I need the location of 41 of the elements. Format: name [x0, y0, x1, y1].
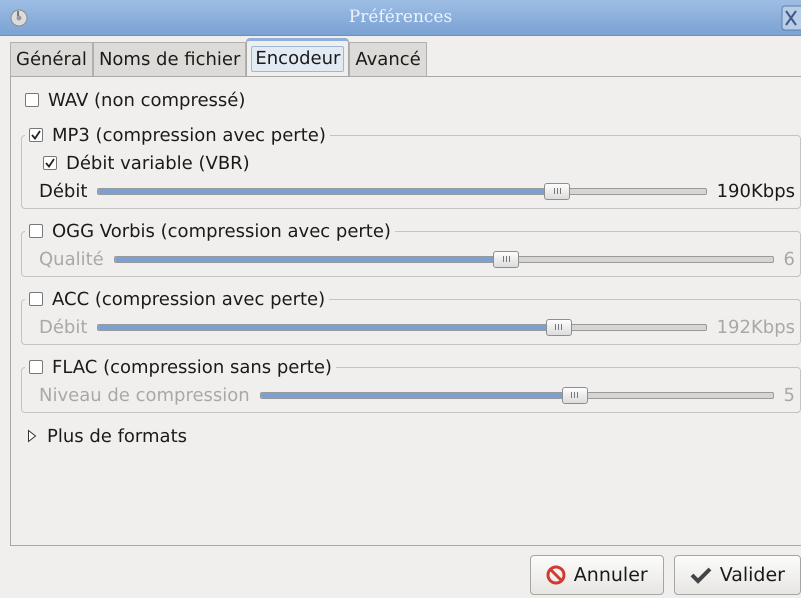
slider-value: 192Kbps: [716, 316, 795, 340]
checkbox[interactable]: [29, 128, 43, 142]
checkbox[interactable]: [29, 292, 43, 306]
checkbox[interactable]: [29, 360, 43, 374]
window-title: Préférences: [348, 6, 452, 29]
tab[interactable]: Général: [10, 42, 93, 76]
group-title: OGG Vorbis (compression avec perte): [52, 220, 391, 244]
checkbox[interactable]: [29, 224, 43, 238]
slider-track[interactable]: [97, 324, 707, 330]
slider-track[interactable]: [260, 392, 774, 398]
expander-icon[interactable]: [27, 429, 37, 443]
expander-label[interactable]: Plus de formats: [47, 422, 188, 450]
close-icon[interactable]: [781, 5, 801, 31]
slider-track[interactable]: [97, 188, 707, 194]
slider-value: 190Kbps: [716, 180, 795, 204]
cancel-button[interactable]: Annuler: [530, 555, 664, 595]
checkbox-label: WAV (non compressé): [48, 88, 246, 112]
slider-label: Niveau de compression: [39, 384, 250, 408]
slider-value: 5: [784, 384, 795, 408]
slider-label: Débit: [39, 180, 88, 204]
slider-thumb[interactable]: [493, 250, 520, 268]
tab[interactable]: Noms de fichier: [92, 42, 246, 76]
slider-thumb[interactable]: [562, 386, 588, 404]
slider-track[interactable]: [114, 256, 774, 262]
slider-thumb[interactable]: [544, 182, 570, 200]
tab[interactable]: Encodeur: [246, 38, 350, 76]
ok-button[interactable]: Valider: [674, 555, 801, 595]
slider-value: 6: [784, 248, 795, 272]
app-icon: [10, 9, 28, 27]
checkbox-label: Débit variable (VBR): [66, 152, 250, 176]
tab[interactable]: Avancé: [349, 42, 427, 76]
check-icon: [690, 566, 712, 584]
checkbox[interactable]: [43, 156, 57, 170]
slider-label: Débit: [39, 316, 88, 340]
group-title: FLAC (compression sans perte): [52, 356, 332, 380]
group-title: ACC (compression avec perte): [52, 288, 326, 312]
group-title: MP3 (compression avec perte): [52, 124, 326, 148]
no-entry-icon: [546, 565, 566, 585]
checkbox[interactable]: [25, 93, 39, 107]
slider-thumb[interactable]: [546, 318, 572, 336]
slider-label: Qualité: [39, 248, 104, 272]
